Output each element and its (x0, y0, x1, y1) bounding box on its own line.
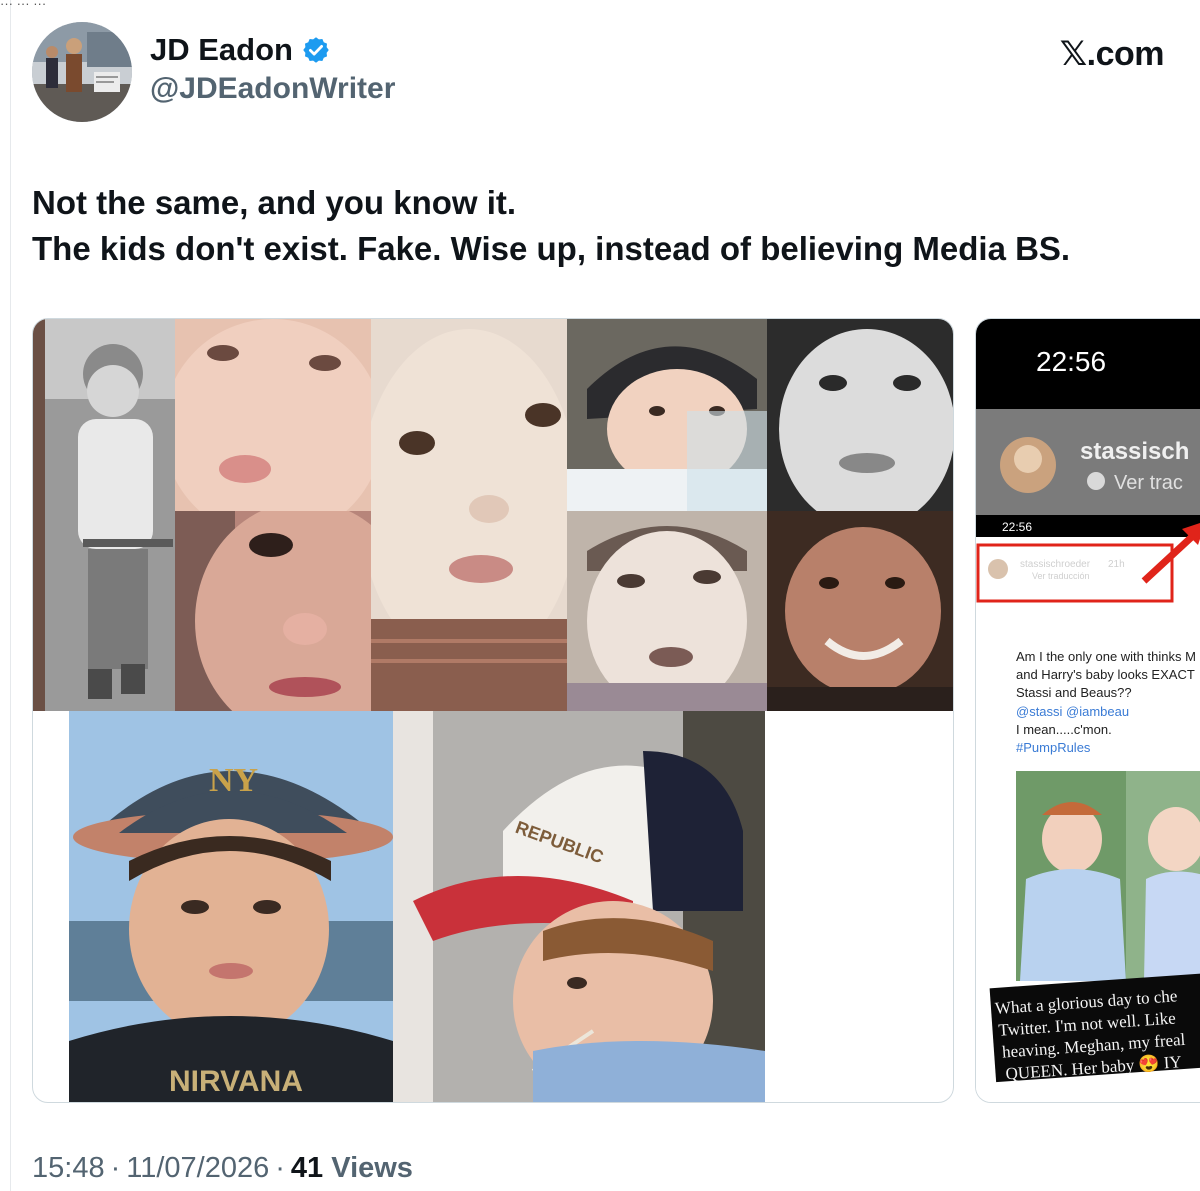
separator-dot: · (275, 1152, 285, 1184)
author-name-row[interactable]: JD Eadon (150, 32, 331, 68)
author-avatar[interactable] (32, 22, 132, 122)
verified-badge-icon (303, 37, 329, 63)
photo-baby-bw-smile (767, 319, 953, 511)
post-line: and Harry's baby looks EXACT (1016, 667, 1195, 682)
post-mentions: @stassi @iambeau (1016, 704, 1129, 719)
photo-baby-beanie (567, 319, 767, 511)
inner-clock: 22:56 (1002, 520, 1032, 534)
photo-baby-face-1 (175, 319, 371, 511)
views-count[interactable]: 41 (291, 1152, 323, 1184)
story-username: stassisch (1080, 438, 1189, 465)
photo-boy-red-cap: REPUBLIC (393, 711, 765, 1102)
inner-translate: Ver traducción (1032, 571, 1090, 581)
photo-baby-face-2 (175, 511, 371, 711)
tweet-time[interactable]: 15:48 (32, 1152, 105, 1184)
photo-toddler-smile (767, 511, 953, 711)
cropped-top-text: ··· ··· ··· (0, 0, 47, 8)
post-line: I mean.....c'mon. (1016, 722, 1112, 737)
inner-username: stassischroeder (1020, 559, 1091, 570)
tweet-text: Not the same, and you know it. The kids … (32, 180, 1182, 272)
site-watermark: 𝕏.com (1059, 35, 1165, 73)
photo-boy-ny-cap: NY NIRVANA (69, 711, 393, 1102)
author-name[interactable]: JD Eadon (150, 32, 293, 68)
post-line: Stassi and Beaus?? (1016, 685, 1132, 700)
shirt-text: NIRVANA (169, 1065, 303, 1098)
photo-baby-portrait (371, 319, 567, 711)
views-label: Views (331, 1152, 413, 1184)
tweet-date[interactable]: 11/07/2026 (126, 1152, 269, 1184)
tweet-meta: 15:48 · 11/07/2026 · 41 Views (32, 1152, 413, 1185)
story-clock: 22:56 (1036, 346, 1106, 377)
post-line: Am I the only one with thinks M (1016, 649, 1196, 664)
cap-logo-text: NY (209, 762, 258, 799)
inner-time: 21h (1108, 559, 1125, 570)
tweet-line: Not the same, and you know it. (32, 184, 517, 221)
media-story-screenshot[interactable]: 22:56 stassisch Ver trac 22:56 stassisch… (975, 318, 1200, 1103)
separator-dot: · (110, 1152, 121, 1184)
story-translate: Ver trac (1114, 472, 1183, 494)
post-hashtag: #PumpRules (1016, 740, 1091, 755)
photo-baby-pale (567, 511, 767, 711)
media-photo-collage[interactable]: NY NIRVANA REPUBLIC (32, 318, 954, 1103)
photo-toddler-walking (33, 319, 175, 711)
author-handle[interactable]: @JDEadonWriter (150, 72, 395, 106)
left-border (10, 0, 11, 1191)
tweet-line: The kids don't exist. Fake. Wise up, ins… (32, 230, 1071, 267)
